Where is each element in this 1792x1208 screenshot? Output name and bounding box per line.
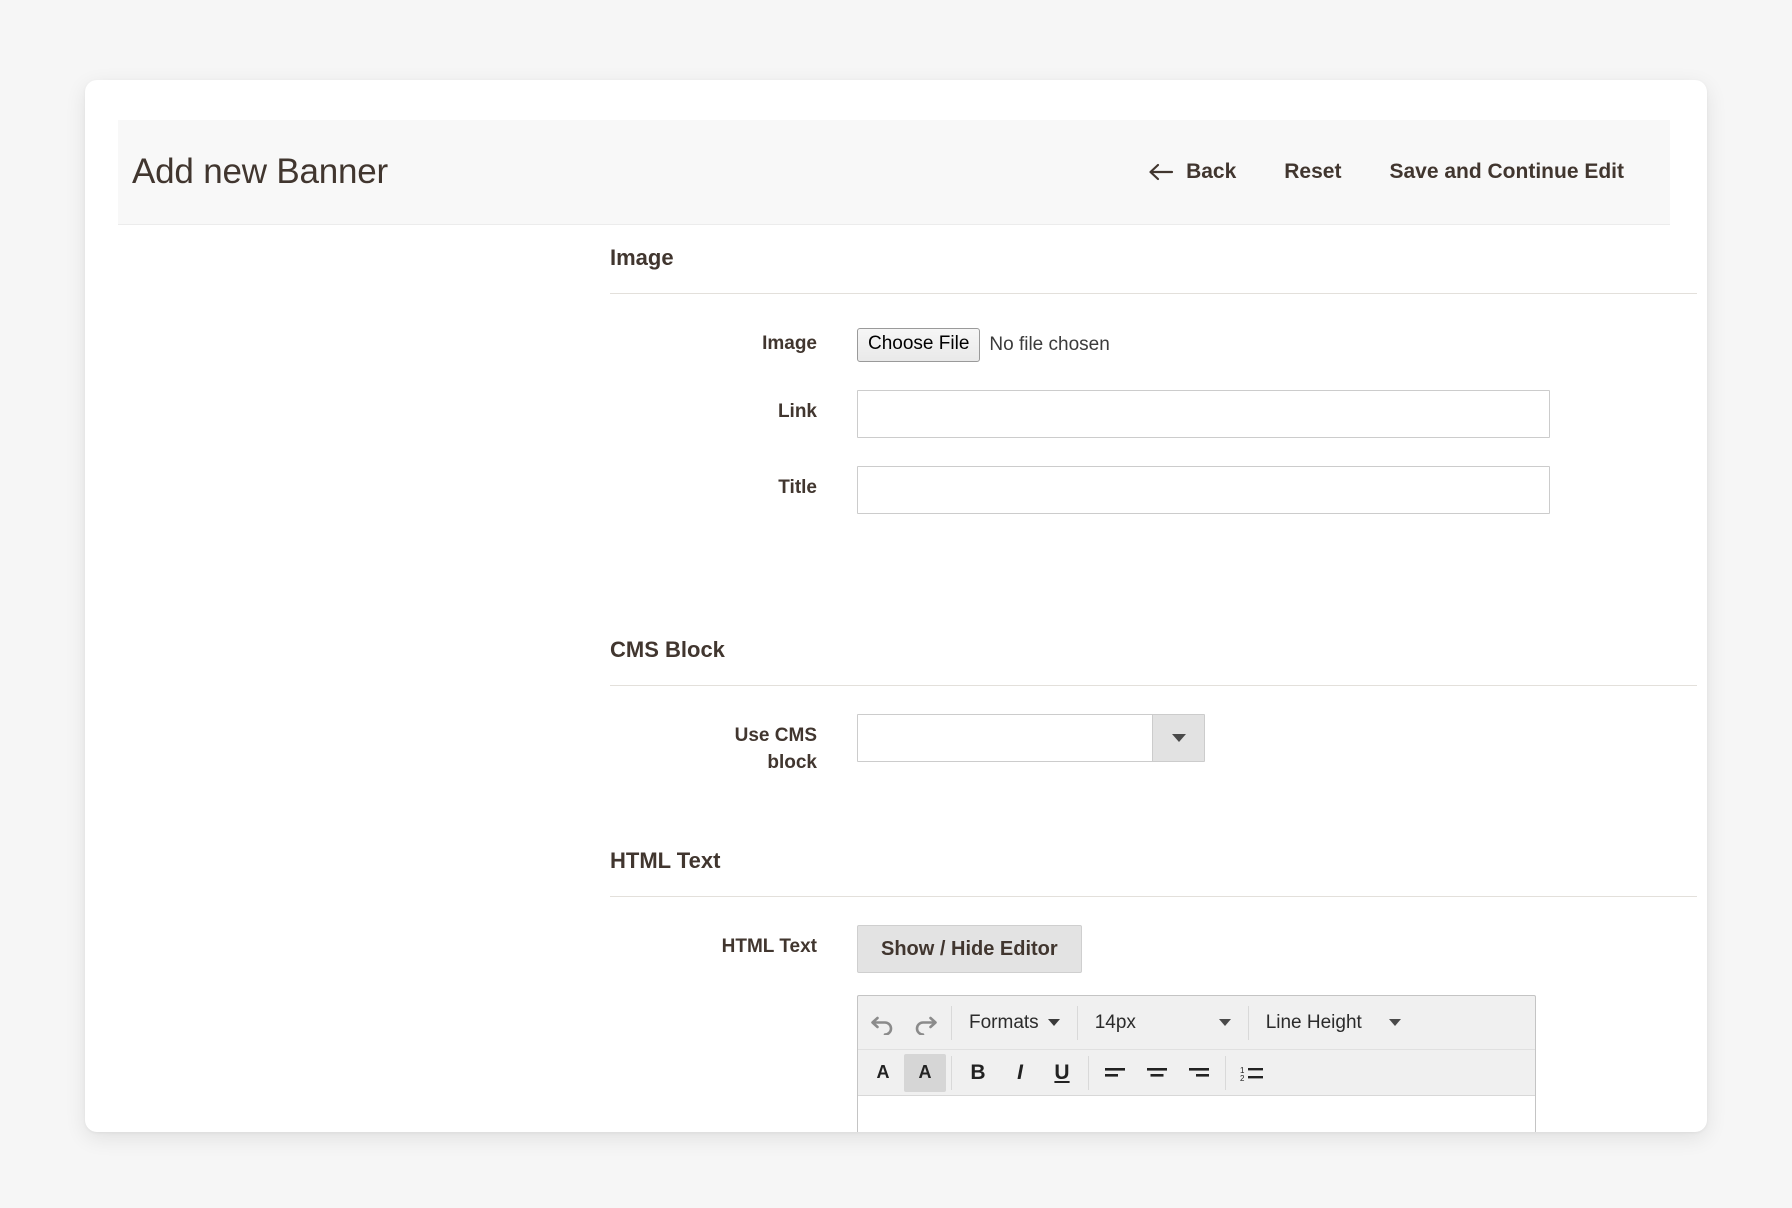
page-title: Add new Banner xyxy=(132,152,388,191)
underline-glyph: U xyxy=(1054,1060,1070,1084)
field-label-use-cms-block-line1: Use CMS xyxy=(734,725,817,746)
caret-down-icon xyxy=(1047,1019,1060,1026)
align-center-icon[interactable] xyxy=(1136,1054,1178,1092)
link-input[interactable] xyxy=(857,389,1550,438)
field-row-link: Link xyxy=(610,362,1707,438)
field-row-image: Image Choose File No file chosen xyxy=(610,294,1707,362)
formats-menu-label: Formats xyxy=(969,1011,1039,1033)
caret-down-glyph xyxy=(1171,734,1186,742)
field-label-html-text: HTML Text xyxy=(721,936,817,957)
fieldset-cms-block: CMS Block Use CMS block xyxy=(610,637,1707,777)
numbered-list-icon[interactable]: 1 2 xyxy=(1231,1054,1273,1092)
bold-glyph: B xyxy=(970,1060,986,1084)
redo-icon[interactable] xyxy=(904,1004,946,1042)
header-actions: Back Reset Save and Continue Edit xyxy=(1124,150,1648,194)
toolbar-separator xyxy=(1076,1005,1078,1040)
field-row-html-text: HTML Text Show / Hide Editor Formats 14p… xyxy=(610,897,1707,1132)
fieldset-html-text-legend: HTML Text xyxy=(610,848,721,873)
align-left-icon[interactable] xyxy=(1094,1054,1136,1092)
svg-text:2: 2 xyxy=(1240,1074,1245,1082)
formats-menu[interactable]: Formats xyxy=(957,1004,1072,1042)
file-status-text: No file chosen xyxy=(989,333,1110,355)
fieldset-image-legend: Image xyxy=(610,245,674,270)
editor-toolbar-row-1: Formats 14px Line Height xyxy=(858,996,1535,1049)
bold-icon[interactable]: B xyxy=(957,1054,999,1092)
line-height-menu-label: Line Height xyxy=(1265,1011,1362,1033)
fieldset-image: Image Image Choose File No file chosen L… xyxy=(610,245,1707,514)
caret-down-icon xyxy=(1388,1019,1401,1026)
save-and-continue-edit-button[interactable]: Save and Continue Edit xyxy=(1365,150,1648,194)
field-label-image: Image xyxy=(762,333,817,354)
editor-content-area[interactable] xyxy=(858,1095,1535,1132)
field-row-title: Title xyxy=(610,438,1707,514)
show-hide-editor-button[interactable]: Show / Hide Editor xyxy=(857,925,1082,973)
align-right-icon[interactable] xyxy=(1178,1054,1220,1092)
arrow-left-icon xyxy=(1148,162,1174,182)
field-control-html-text: Show / Hide Editor Formats 14px Line Hei… xyxy=(817,925,1707,1132)
field-control-link xyxy=(817,389,1707,438)
font-size-menu[interactable]: 14px xyxy=(1083,1004,1243,1042)
toolbar-separator xyxy=(1247,1005,1249,1040)
toolbar-separator xyxy=(951,1005,952,1040)
field-label-use-cms-block-line2: block xyxy=(767,751,817,773)
page-header: Add new Banner Back Reset Save and Conti… xyxy=(118,120,1670,225)
back-button-label: Back xyxy=(1186,160,1237,183)
toolbar-separator xyxy=(1088,1055,1089,1090)
image-file-input[interactable]: Choose File No file chosen xyxy=(857,322,1707,362)
field-label-title: Title xyxy=(778,476,817,498)
save-button-label: Save and Continue Edit xyxy=(1389,160,1624,183)
editor-toolbar-row-2: A A B I U 1 2 xyxy=(858,1049,1535,1095)
italic-glyph: I xyxy=(1017,1060,1023,1084)
italic-icon[interactable]: I xyxy=(999,1054,1041,1092)
text-color-glyph: A xyxy=(876,1062,890,1082)
back-button[interactable]: Back xyxy=(1124,150,1260,194)
line-height-menu[interactable]: Line Height xyxy=(1254,1004,1413,1042)
fieldset-cms-block-legend: CMS Block xyxy=(610,637,725,662)
caret-down-icon xyxy=(1218,1019,1231,1026)
toolbar-separator xyxy=(1225,1055,1226,1090)
form-body: Image Image Choose File No file chosen L… xyxy=(85,225,1707,1132)
chevron-down-icon[interactable] xyxy=(1152,715,1204,761)
field-label-link: Link xyxy=(777,400,817,422)
reset-button-label: Reset xyxy=(1284,160,1342,183)
font-size-menu-label: 14px xyxy=(1094,1011,1136,1033)
fieldset-html-text: HTML Text HTML Text Show / Hide Editor F… xyxy=(610,848,1707,1132)
reset-button[interactable]: Reset xyxy=(1260,150,1365,194)
field-control-title xyxy=(817,465,1707,514)
field-label-use-cms-block: Use CMS block xyxy=(610,714,817,777)
title-input[interactable] xyxy=(857,465,1550,514)
background-color-glyph: A xyxy=(918,1062,932,1082)
toolbar-separator xyxy=(951,1055,952,1090)
underline-icon[interactable]: U xyxy=(1041,1054,1083,1092)
field-row-use-cms-block: Use CMS block xyxy=(610,686,1707,777)
page-root: Add new Banner Back Reset Save and Conti… xyxy=(0,0,1792,1208)
field-control-image: Choose File No file chosen xyxy=(817,322,1707,362)
choose-file-button[interactable]: Choose File xyxy=(857,328,981,362)
text-color-icon[interactable]: A xyxy=(862,1054,904,1092)
background-color-icon[interactable]: A xyxy=(904,1053,946,1092)
undo-icon[interactable] xyxy=(862,1004,904,1042)
field-control-use-cms-block xyxy=(817,714,1707,762)
use-cms-block-selected-value xyxy=(858,715,1152,761)
wysiwyg-editor: Formats 14px Line Height A A B I U 1 2 xyxy=(857,995,1536,1132)
use-cms-block-select[interactable] xyxy=(857,714,1205,762)
banner-form-card: Add new Banner Back Reset Save and Conti… xyxy=(85,80,1707,1132)
